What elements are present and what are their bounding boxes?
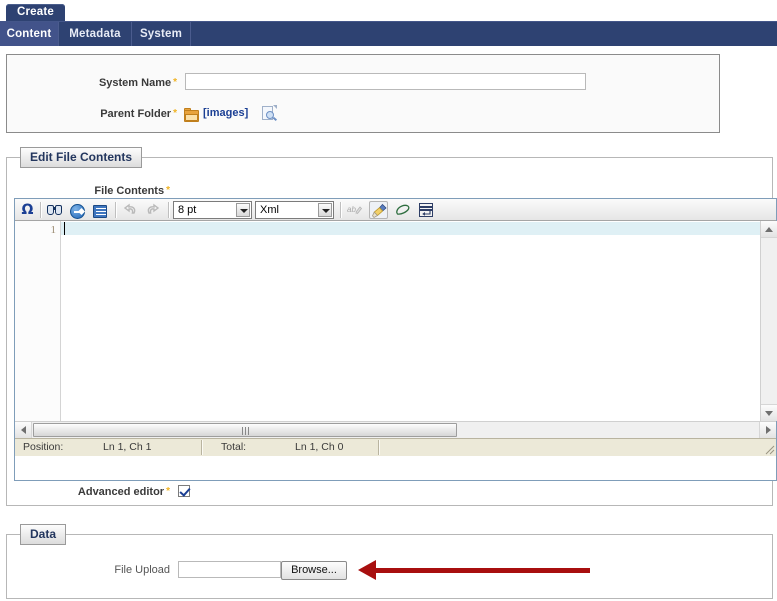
status-separator-1 xyxy=(201,440,203,455)
toolbar-separator-4 xyxy=(340,202,342,218)
browse-button[interactable]: Browse... xyxy=(281,561,347,580)
file-upload-label: File Upload xyxy=(114,564,170,576)
status-position-value: Ln 1, Ch 1 xyxy=(103,441,152,453)
red-arrow-annotation xyxy=(358,560,590,580)
identity-panel: System Name * Parent Folder * [images] xyxy=(6,54,720,133)
scroll-right-button[interactable] xyxy=(759,422,776,438)
toolbar-separator-2 xyxy=(115,202,117,218)
toolbar-separator-3 xyxy=(168,202,170,218)
editor-text-area[interactable] xyxy=(61,221,760,421)
system-name-input[interactable] xyxy=(185,73,586,90)
insert-block-icon[interactable] xyxy=(91,201,110,219)
file-upload-input[interactable] xyxy=(178,561,281,578)
editor-horizontal-scrollbar[interactable] xyxy=(15,421,776,439)
window-tabstrip: Create xyxy=(0,0,777,21)
advanced-editor-label: Advanced editor * xyxy=(77,486,170,498)
status-separator-2 xyxy=(378,440,380,455)
code-editor[interactable]: Ω 8 pt Xml ab 1 Position: Ln 1, Ch 1 Tot… xyxy=(14,198,777,481)
goto-icon[interactable] xyxy=(68,201,87,219)
resize-grip-icon[interactable] xyxy=(763,443,775,455)
erase-icon[interactable] xyxy=(393,201,412,219)
parent-folder-link[interactable]: [images] xyxy=(203,107,248,119)
chevron-down-icon[interactable] xyxy=(236,203,250,217)
current-line-highlight xyxy=(61,222,760,235)
language-select[interactable]: Xml xyxy=(255,201,334,219)
word-wrap-icon[interactable] xyxy=(417,201,436,219)
nav-separator-3 xyxy=(190,22,191,46)
editor-status-bar: Position: Ln 1, Ch 1 Total: Ln 1, Ch 0 xyxy=(15,438,776,456)
redo-icon[interactable] xyxy=(144,201,163,219)
font-size-select[interactable]: 8 pt xyxy=(173,201,252,219)
advanced-editor-checkbox[interactable] xyxy=(178,485,190,497)
editor-gutter: 1 xyxy=(15,221,61,421)
folder-icon xyxy=(184,108,199,122)
format-brush-icon[interactable] xyxy=(369,201,388,219)
svg-text:ab: ab xyxy=(347,205,356,214)
system-name-label: System Name * xyxy=(98,77,177,89)
main-navbar: Content Metadata System xyxy=(0,21,777,46)
create-tab[interactable]: Create xyxy=(6,4,65,21)
nav-item-metadata[interactable]: Metadata xyxy=(59,22,131,46)
required-star-icon: * xyxy=(166,486,170,497)
status-total-label: Total: xyxy=(221,441,247,453)
undo-icon[interactable] xyxy=(121,201,140,219)
find-icon[interactable] xyxy=(45,201,64,219)
editor-vertical-scrollbar[interactable] xyxy=(760,221,777,421)
chevron-down-icon[interactable] xyxy=(318,203,332,217)
data-legend: Data xyxy=(20,524,67,545)
status-position-label: Position: xyxy=(23,441,64,453)
editor-toolbar: Ω 8 pt Xml ab xyxy=(15,199,776,221)
required-star-icon: * xyxy=(166,185,170,196)
special-character-icon[interactable]: Ω xyxy=(18,201,37,219)
toolbar-separator-1 xyxy=(40,202,42,218)
required-star-icon: * xyxy=(173,77,177,88)
nav-item-content[interactable]: Content xyxy=(0,22,58,46)
parent-folder-label: Parent Folder * xyxy=(100,108,177,120)
create-file-page: Create Content Metadata System System Na… xyxy=(0,0,777,601)
status-total-value: Ln 1, Ch 0 xyxy=(295,441,344,453)
text-caret xyxy=(64,222,65,235)
required-star-icon: * xyxy=(173,108,177,119)
nav-item-system[interactable]: System xyxy=(132,22,190,46)
spellcheck-icon[interactable]: ab xyxy=(345,201,364,219)
horizontal-scroll-thumb[interactable] xyxy=(33,423,457,437)
page-search-icon[interactable] xyxy=(262,105,278,121)
scroll-up-button[interactable] xyxy=(761,221,777,238)
file-contents-label: File Contents * xyxy=(94,185,170,197)
edit-file-contents-legend: Edit File Contents xyxy=(20,147,142,168)
line-number: 1 xyxy=(50,224,57,236)
scroll-left-button[interactable] xyxy=(15,422,32,438)
scroll-down-button[interactable] xyxy=(761,404,777,421)
